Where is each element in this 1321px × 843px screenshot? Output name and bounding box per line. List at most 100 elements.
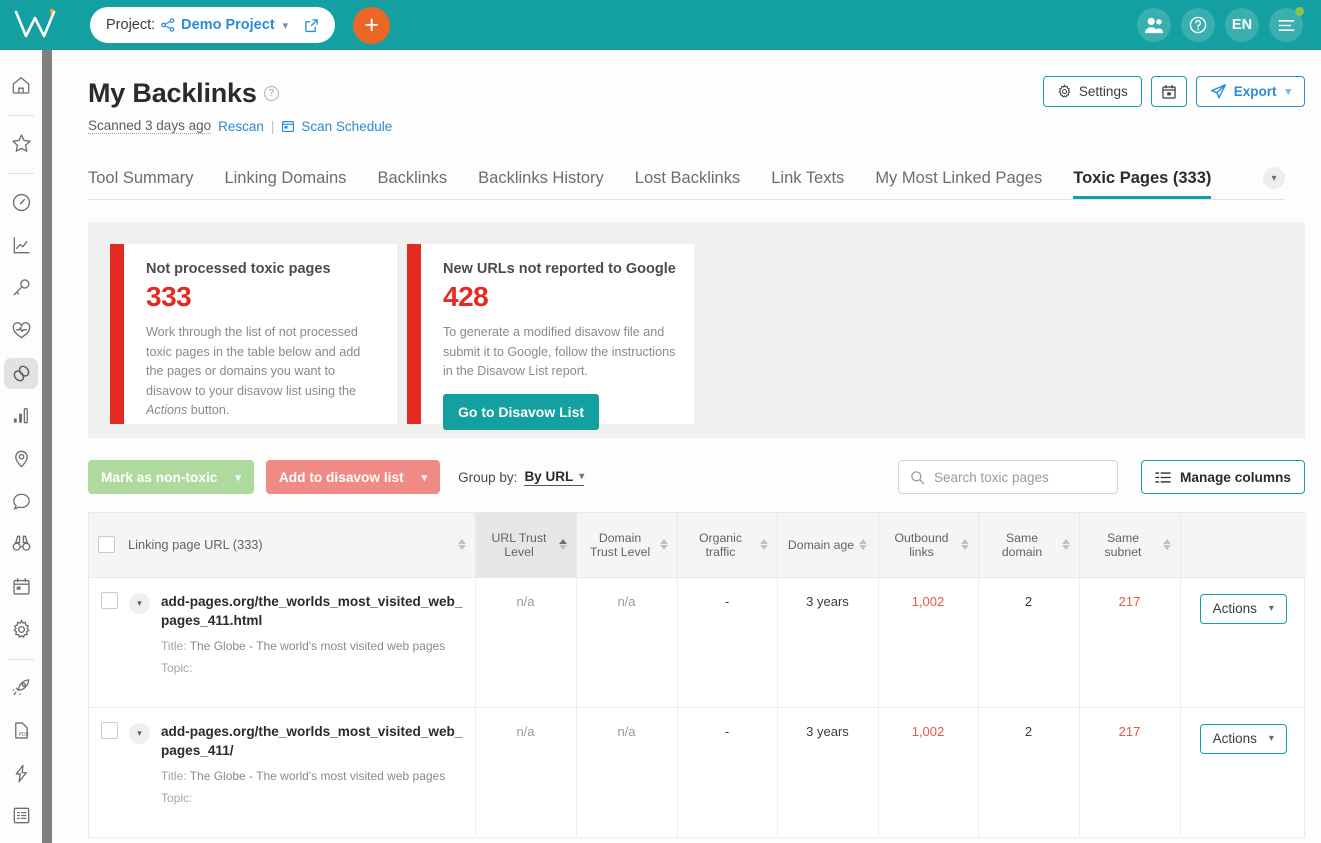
sidebar-item-rank-tracker[interactable] bbox=[4, 230, 38, 261]
external-link-icon[interactable] bbox=[304, 18, 319, 33]
help-circle-icon[interactable]: ? bbox=[263, 86, 279, 101]
column-label: Linking page URL (333) bbox=[128, 537, 263, 553]
sort-toggle-icon[interactable] bbox=[759, 539, 768, 551]
sidebar-item-favorites[interactable] bbox=[4, 129, 38, 160]
card-accent-bar bbox=[407, 244, 421, 424]
sidebar-item-pdf-reports[interactable]: PDF bbox=[4, 715, 38, 746]
card-accent-bar bbox=[110, 244, 124, 424]
sidebar-item-home[interactable] bbox=[4, 70, 38, 101]
column-label: Same subnet bbox=[1104, 530, 1142, 559]
page-header: My Backlinks? Scanned 3 days ago Rescan … bbox=[52, 50, 1321, 134]
expand-row-chevron-down-icon[interactable]: ▾ bbox=[129, 592, 150, 614]
sort-toggle-icon[interactable] bbox=[1061, 539, 1070, 551]
users-icon-button[interactable] bbox=[1137, 8, 1171, 42]
add-to-disavow-list-button[interactable]: Add to disavow list ▾ bbox=[265, 460, 441, 494]
app-logo[interactable] bbox=[0, 0, 72, 50]
chevron-down-icon: ▾ bbox=[1285, 86, 1291, 98]
expand-row-chevron-down-icon[interactable]: ▾ bbox=[129, 722, 150, 744]
help-icon-button[interactable] bbox=[1181, 8, 1215, 42]
tabs-overflow-chevron-down-icon[interactable]: ▾ bbox=[1263, 167, 1285, 189]
group-by-control[interactable]: Group by: By URL ▾ bbox=[458, 469, 585, 486]
row-url[interactable]: add-pages.org/the_worlds_most_visited_we… bbox=[161, 594, 462, 629]
gear-icon bbox=[1057, 84, 1072, 99]
column-url-trust-level[interactable]: URL Trust Level bbox=[475, 513, 577, 578]
tab-tool-summary[interactable]: Tool Summary bbox=[88, 169, 193, 199]
sidebar-item-dashboard[interactable] bbox=[4, 187, 38, 218]
sort-toggle-icon[interactable] bbox=[558, 539, 567, 551]
project-label: Project: bbox=[106, 17, 156, 33]
sidebar-item-backlinks[interactable] bbox=[4, 357, 38, 389]
tab-backlinks[interactable]: Backlinks bbox=[377, 169, 447, 199]
tab-lost-backlinks[interactable]: Lost Backlinks bbox=[635, 169, 740, 199]
sidebar-scrollbar[interactable] bbox=[42, 50, 52, 843]
table-row: ▾ add-pages.org/the_worlds_most_visited_… bbox=[89, 577, 1306, 708]
go-to-disavow-list-button[interactable]: Go to Disavow List bbox=[443, 393, 600, 430]
sidebar-item-local-seo[interactable] bbox=[4, 443, 38, 474]
column-domain-trust-level[interactable]: Domain Trust Level bbox=[576, 513, 678, 578]
column-outbound-links[interactable]: Outbound links bbox=[878, 513, 979, 578]
project-selector[interactable]: Project: Demo Project ▾ bbox=[90, 7, 336, 43]
column-same-domain[interactable]: Same domain bbox=[978, 513, 1080, 578]
sidebar-item-site-health[interactable] bbox=[4, 315, 38, 346]
sort-toggle-icon[interactable] bbox=[859, 539, 868, 551]
column-same-subnet[interactable]: Same subnet bbox=[1079, 513, 1181, 578]
tab-link-texts[interactable]: Link Texts bbox=[771, 169, 844, 199]
tab-my-most-linked-pages[interactable]: My Most Linked Pages bbox=[875, 169, 1042, 199]
mark-as-non-toxic-button[interactable]: Mark as non-toxic ▾ bbox=[88, 460, 254, 494]
cell-domain-age: 3 years bbox=[777, 577, 879, 708]
card-title: New URLs not reported to Google bbox=[443, 261, 676, 277]
group-by-value[interactable]: By URL ▾ bbox=[524, 469, 585, 486]
tab-linking-domains[interactable]: Linking Domains bbox=[224, 169, 346, 199]
tab-toxic-pages[interactable]: Toxic Pages (333) bbox=[1073, 169, 1212, 199]
menu-icon-button[interactable] bbox=[1269, 7, 1304, 42]
row-url[interactable]: add-pages.org/the_worlds_most_visited_we… bbox=[161, 724, 462, 759]
sidebar-item-competitors[interactable] bbox=[4, 529, 38, 560]
settings-button[interactable]: Settings bbox=[1042, 76, 1142, 107]
scan-schedule-link[interactable]: Scan Schedule bbox=[281, 119, 392, 134]
row-actions-button[interactable]: Actions ▾ bbox=[1199, 723, 1287, 754]
row-checkbox[interactable] bbox=[101, 591, 118, 609]
row-title: Title: The Globe - The world's most visi… bbox=[161, 769, 463, 783]
row-actions-button[interactable]: Actions ▾ bbox=[1199, 593, 1287, 624]
select-all-checkbox[interactable] bbox=[98, 536, 115, 554]
search-toxic-pages-box[interactable] bbox=[897, 460, 1118, 494]
sort-toggle-icon[interactable] bbox=[457, 539, 466, 551]
row-title-value: The Globe - The world's most visited web… bbox=[189, 639, 446, 654]
manage-columns-button[interactable]: Manage columns bbox=[1140, 460, 1305, 494]
language-button[interactable]: EN bbox=[1225, 8, 1259, 42]
group-by-label: Group by: bbox=[458, 469, 518, 485]
add-button[interactable]: + bbox=[353, 6, 391, 44]
cell-domain-age: 3 years bbox=[777, 707, 879, 838]
sidebar-item-calendar[interactable] bbox=[4, 571, 38, 602]
send-icon bbox=[1210, 83, 1227, 100]
row-checkbox[interactable] bbox=[101, 721, 118, 739]
column-label: Same domain bbox=[1001, 530, 1043, 559]
sort-toggle-icon[interactable] bbox=[1162, 539, 1171, 551]
sidebar-item-social[interactable] bbox=[4, 486, 38, 517]
row-actions-label: Actions bbox=[1212, 601, 1257, 616]
column-linking-page-url[interactable]: Linking page URL (333) bbox=[89, 513, 476, 578]
date-range-button[interactable] bbox=[1150, 76, 1187, 107]
row-topic-label: Topic: bbox=[161, 661, 193, 676]
sort-toggle-icon[interactable] bbox=[960, 539, 969, 551]
top-bar: Project: Demo Project ▾ + EN bbox=[0, 0, 1321, 50]
cell-same-domain: 2 bbox=[978, 577, 1080, 708]
rescan-link[interactable]: Rescan bbox=[218, 119, 264, 134]
sidebar-item-tasks[interactable] bbox=[4, 800, 38, 831]
sort-toggle-icon[interactable] bbox=[659, 539, 668, 551]
column-domain-age[interactable]: Domain age bbox=[777, 513, 879, 578]
sidebar-divider bbox=[8, 114, 34, 116]
column-organic-traffic[interactable]: Organic traffic bbox=[677, 513, 778, 578]
cell-organic-traffic: - bbox=[677, 707, 778, 838]
sidebar-item-boost[interactable] bbox=[4, 672, 38, 703]
tab-backlinks-history[interactable]: Backlinks History bbox=[478, 169, 604, 199]
export-button[interactable]: Export ▾ bbox=[1195, 76, 1305, 107]
sidebar-item-settings[interactable] bbox=[4, 614, 38, 645]
search-input[interactable] bbox=[933, 469, 1106, 485]
sidebar-item-traffic-analytics[interactable] bbox=[4, 401, 38, 432]
chevron-down-icon: ▾ bbox=[282, 19, 289, 32]
search-icon bbox=[910, 470, 925, 485]
cell-outbound-links: 1,002 bbox=[878, 577, 979, 708]
sidebar-item-keyword-research[interactable] bbox=[4, 273, 38, 304]
sidebar-item-quick-tools[interactable] bbox=[4, 758, 38, 789]
